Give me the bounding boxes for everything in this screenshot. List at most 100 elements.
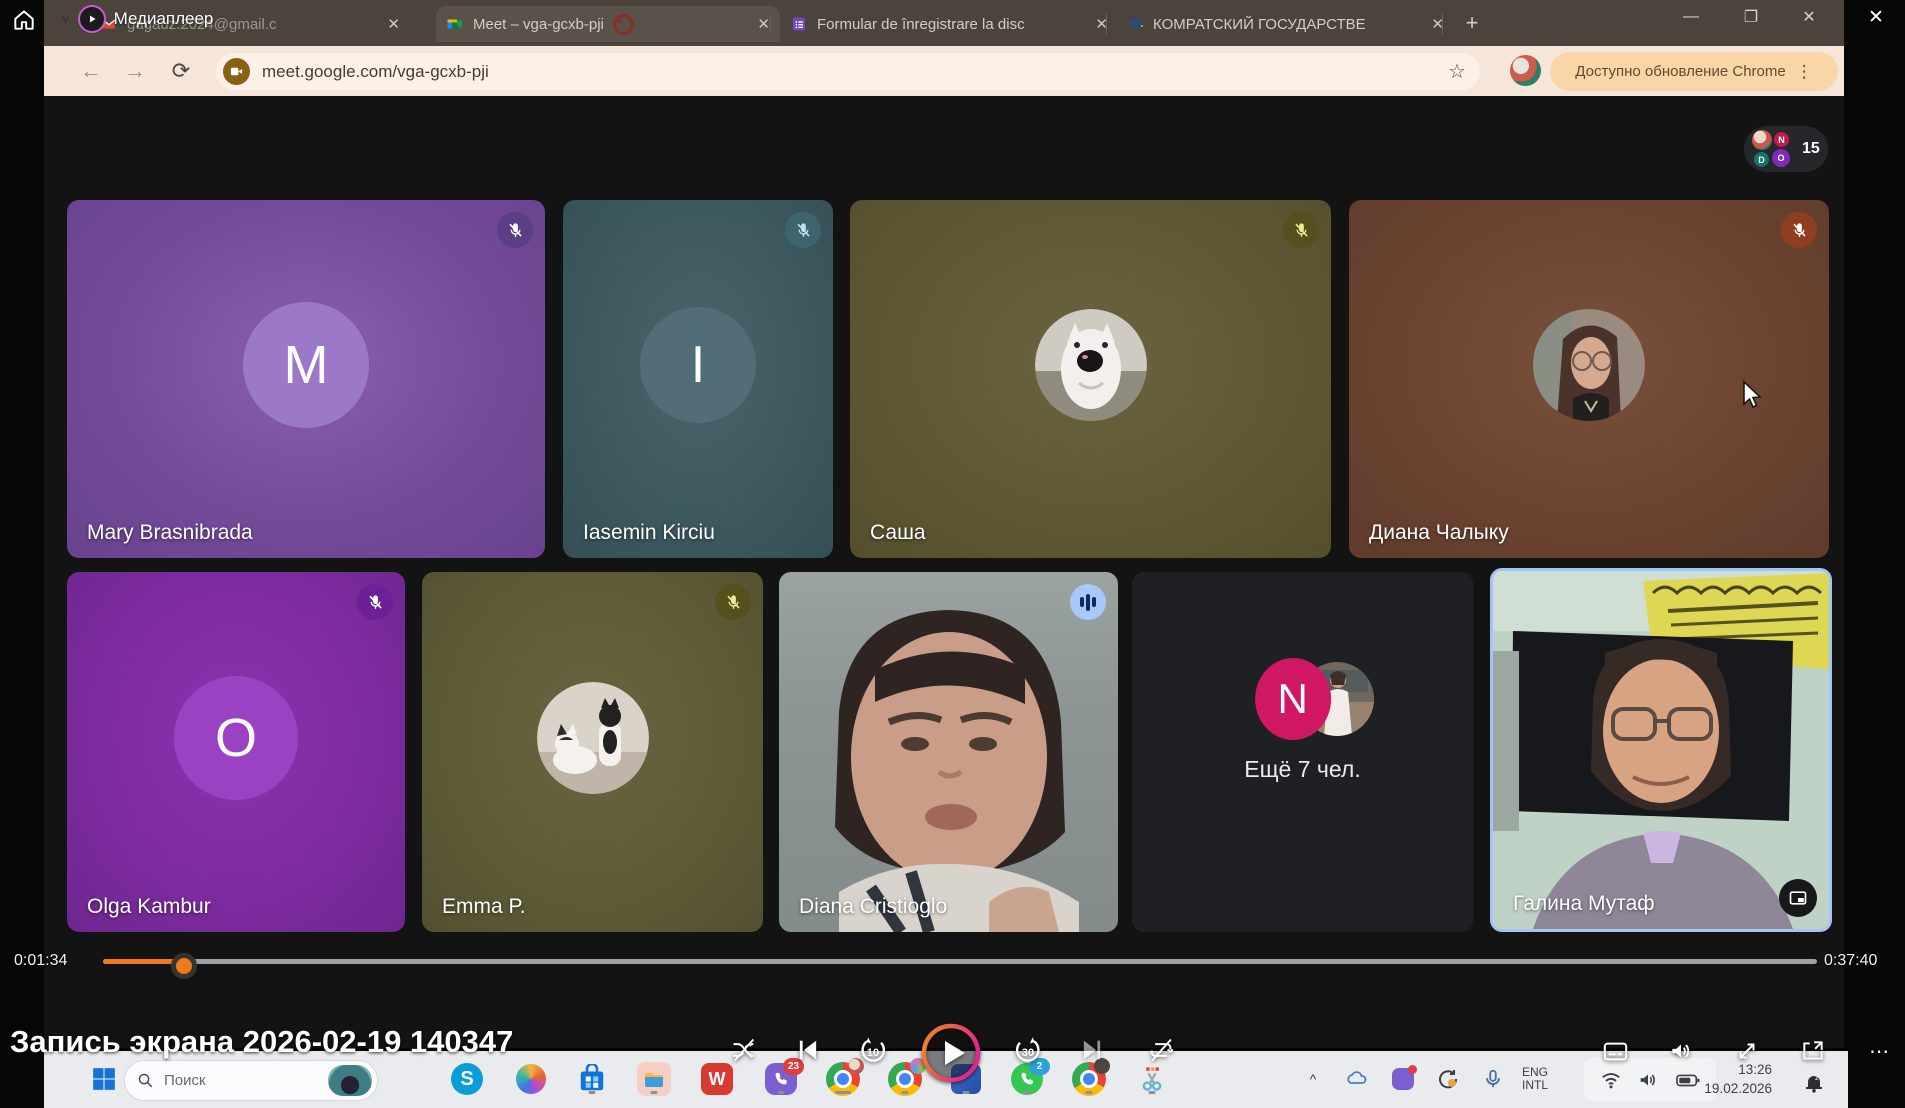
chrome-icon[interactable]: [1072, 1062, 1106, 1096]
media-filename: Запись экрана 2026-02-19 140347: [10, 1024, 513, 1060]
meet-call-area: N D O 15 M Mary Brasnibrada I Iasemi: [44, 96, 1844, 1048]
player-more-button[interactable]: ⋯: [1862, 1038, 1896, 1064]
tab-recording-indicator-icon: [613, 14, 634, 35]
tile-diana-chalyku[interactable]: Диана Чалыку: [1349, 200, 1829, 558]
whatsapp-icon[interactable]: 2: [1010, 1062, 1044, 1096]
tab-meet[interactable]: Meet – vga-gcxb-pji ✕: [436, 6, 780, 42]
picture-in-picture-icon[interactable]: [1779, 879, 1817, 917]
avatar: O: [1772, 149, 1790, 167]
mic-off-icon: [357, 584, 393, 620]
taskbar-search[interactable]: Поиск: [124, 1060, 378, 1101]
media-player-window: gagauz.2024@gmail.c ✕ Meet – vga-gcxb-pj…: [0, 0, 1905, 1108]
address-bar[interactable]: meet.google.com/vga-gcxb-pji: [216, 53, 1480, 90]
audio-activity-icon: [1070, 584, 1106, 620]
avatar: I: [640, 307, 756, 423]
mic-tray-icon[interactable]: [1476, 1062, 1510, 1096]
tab-forms[interactable]: Formular de înregistrare la disc ✕: [780, 6, 1118, 42]
player-titlebar: ˅ Медиаплеер: [62, 5, 213, 33]
profile-badge: [910, 1058, 926, 1074]
avatar: D: [1754, 152, 1769, 167]
wps-office-icon[interactable]: W: [700, 1062, 734, 1096]
player-volume-button[interactable]: [1664, 1038, 1698, 1064]
elapsed-time: 0:01:34: [14, 952, 67, 970]
tab-title: Formular de înregistrare la disc: [817, 16, 1025, 33]
restore-button[interactable]: ❐: [1734, 4, 1768, 30]
tab-title: Meet – vga-gcxb-pji: [473, 16, 604, 33]
mini-player-button[interactable]: [1796, 1038, 1830, 1064]
avatar-cats-photo: [537, 682, 649, 794]
camera-in-use-icon[interactable]: [223, 58, 250, 85]
tray-chevron-icon[interactable]: ^: [1296, 1062, 1330, 1096]
meet-favicon: [446, 15, 464, 33]
tab-separator: [1442, 14, 1443, 34]
participant-name: Саша: [870, 521, 926, 545]
start-button[interactable]: [87, 1062, 121, 1096]
new-tab-button[interactable]: +: [1456, 8, 1488, 38]
bookmark-star-icon[interactable]: ☆: [1442, 56, 1472, 86]
close-button[interactable]: ✕: [1792, 4, 1826, 30]
snipping-tool-icon[interactable]: [1135, 1062, 1169, 1096]
notifications-bell-icon[interactable]: z: [1797, 1066, 1831, 1100]
participant-name: Галина Мутаф: [1513, 892, 1655, 916]
player-close-button[interactable]: ✕: [1856, 2, 1896, 32]
seek-track[interactable]: [103, 959, 1817, 964]
viber-icon[interactable]: 23: [764, 1062, 798, 1096]
chrome-update-button[interactable]: Доступно обновление Chrome ⋮: [1550, 52, 1838, 91]
tray-clock[interactable]: 13:26 19.02.2026: [1672, 1060, 1772, 1098]
tab-close-icon[interactable]: ✕: [757, 15, 770, 33]
whatsapp-badge: 2: [1029, 1058, 1050, 1075]
search-highlight-image[interactable]: [328, 1065, 372, 1096]
fullscreen-button[interactable]: [1730, 1038, 1764, 1064]
tile-olga[interactable]: O Olga Kambur: [67, 572, 405, 932]
mic-off-icon: [785, 212, 821, 248]
minimize-button[interactable]: —: [1674, 4, 1708, 30]
tray-date: 19.02.2026: [1672, 1079, 1772, 1098]
chrome-icon[interactable]: [826, 1062, 860, 1096]
seek-thumb[interactable]: [171, 953, 197, 979]
player-home-button[interactable]: [7, 4, 41, 36]
participant-name: Iasemin Kirciu: [583, 521, 715, 545]
reload-icon[interactable]: ⟳: [166, 56, 196, 86]
back-icon[interactable]: ←: [76, 56, 106, 86]
mic-off-icon: [497, 212, 533, 248]
tile-diana-cristioglo[interactable]: Diana Cristioglo: [779, 572, 1118, 932]
language-indicator[interactable]: ENGINTL: [1522, 1066, 1548, 1092]
tab-university[interactable]: КОМРАТСКИЙ ГОСУДАРСТВЕ ✕: [1116, 6, 1454, 42]
participant-name: Emma P.: [442, 895, 526, 919]
tile-galina-pinned[interactable]: Галина Мутаф: [1490, 568, 1832, 932]
teams-app-icon[interactable]: [949, 1062, 983, 1096]
search-icon: [137, 1072, 154, 1089]
browser-menu-kebab-icon[interactable]: ⋮: [1796, 62, 1813, 82]
player-title: Медиаплеер: [114, 9, 214, 29]
microsoft-store-icon[interactable]: [575, 1062, 609, 1096]
browser-toolbar: ← → ⟳ meet.google.com/vga-gcxb-pji ☆ Дос…: [44, 46, 1844, 96]
tab-close-icon[interactable]: ✕: [387, 15, 400, 33]
file-explorer-icon[interactable]: [637, 1062, 671, 1096]
tab-title: КОМРАТСКИЙ ГОСУДАРСТВЕ: [1153, 16, 1366, 33]
profile-badge: [1094, 1058, 1110, 1074]
chrome-window: gagauz.2024@gmail.c ✕ Meet – vga-gcxb-pj…: [44, 0, 1844, 1048]
viber-tray-icon[interactable]: [1386, 1062, 1420, 1096]
onedrive-icon[interactable]: [1340, 1062, 1374, 1096]
video-frame-person: [779, 572, 1118, 932]
profile-avatar[interactable]: [1510, 55, 1541, 86]
subtitles-button[interactable]: [1598, 1038, 1632, 1064]
chrome-update-label: Доступно обновление Chrome: [1575, 63, 1785, 80]
tile-mary[interactable]: M Mary Brasnibrada: [67, 200, 545, 558]
sync-tray-icon[interactable]: [1431, 1062, 1465, 1096]
chrome-icon[interactable]: [888, 1062, 922, 1096]
avatar: [1752, 130, 1772, 150]
tile-iasemin[interactable]: I Iasemin Kirciu: [563, 200, 833, 558]
copilot-icon[interactable]: [514, 1062, 548, 1096]
skype-icon[interactable]: S: [450, 1062, 484, 1096]
participants-badge[interactable]: N D O 15: [1744, 126, 1828, 172]
participant-name: Diana Cristioglo: [799, 895, 947, 919]
avatar: N: [1774, 132, 1789, 147]
mic-off-icon: [715, 584, 751, 620]
tile-sasha[interactable]: Саша: [850, 200, 1331, 558]
player-chevron-icon[interactable]: ˅: [62, 12, 70, 27]
tile-emma[interactable]: Emma P.: [422, 572, 763, 932]
forward-icon[interactable]: →: [120, 56, 150, 86]
tile-more-participants[interactable]: N Ещё 7 чел.: [1132, 572, 1473, 932]
participants-count: 15: [1802, 140, 1820, 158]
